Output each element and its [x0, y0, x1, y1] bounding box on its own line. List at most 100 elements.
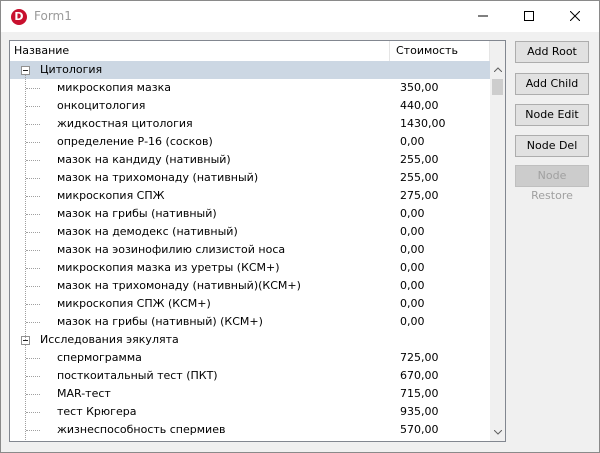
form-window: D Form1 Название Стоимость Цитология микр…: [0, 0, 600, 453]
tree-item-row[interactable]: онкоцитология 440,00: [10, 97, 490, 115]
tree-connector: [26, 232, 40, 233]
tree-item-row[interactable]: жизнеспособность спермиев 570,00: [10, 421, 490, 439]
tree-group-row[interactable]: Цитология: [10, 61, 490, 79]
tree-connector: [26, 142, 40, 143]
node-label: мазок на эозинофилию слизистой носа: [57, 243, 286, 256]
collapse-toggle-icon[interactable]: [21, 66, 30, 75]
tree-item-row[interactable]: микроскопия СПЖ (КСМ+) 0,00: [10, 295, 490, 313]
node-label: мазок на грибы (нативный) (КСМ+): [57, 315, 263, 328]
node-cost: 255,00: [400, 171, 439, 184]
node-label: мазок на демодекс (нативный): [57, 225, 238, 238]
chevron-down-icon: [494, 430, 502, 435]
scroll-down-button[interactable]: [490, 424, 505, 441]
node-label: тест Крюгера: [57, 405, 137, 418]
tree-connector: [26, 178, 40, 179]
add-root-button[interactable]: Add Root: [515, 41, 589, 63]
tree-connector: [26, 304, 40, 305]
node-label: микроскопия мазка: [57, 81, 171, 94]
node-label: онкоцитология: [57, 99, 146, 112]
node-cost: 715,00: [400, 387, 439, 400]
tree-connector: [26, 358, 40, 359]
node-label: Исследования эякулята: [40, 333, 179, 346]
tree-connector: [26, 160, 40, 161]
node-label: определение Р-16 (сосков): [57, 135, 213, 148]
tree-rows: Цитология микроскопия мазка 350,00 онкоцито…: [10, 61, 490, 441]
tree-connector-line: [25, 345, 26, 441]
close-button[interactable]: [552, 1, 598, 32]
maximize-button[interactable]: [506, 1, 552, 32]
node-cost: 350,00: [400, 81, 439, 94]
chevron-up-icon: [494, 67, 502, 72]
tree-item-row[interactable]: микроскопия мазка 350,00: [10, 79, 490, 97]
node-cost: 0,00: [400, 207, 425, 220]
tree-connector: [26, 214, 40, 215]
tree-connector: [26, 430, 40, 431]
node-cost: 0,00: [400, 225, 425, 238]
tree-connector: [26, 196, 40, 197]
node-cost: 570,00: [400, 423, 439, 436]
node-cost: 935,00: [400, 405, 439, 418]
column-header-name[interactable]: Название: [10, 41, 390, 61]
node-del-button[interactable]: Node Del: [515, 135, 589, 157]
node-label: Цитология: [40, 63, 103, 76]
node-cost: 0,00: [400, 261, 425, 274]
tree-item-row[interactable]: посткоитальный тест (ПКТ) 670,00: [10, 367, 490, 385]
node-cost: 0,00: [400, 243, 425, 256]
tree-group-row[interactable]: Исследования эякулята: [10, 331, 490, 349]
node-cost: 670,00: [400, 369, 439, 382]
maximize-icon: [524, 11, 534, 21]
tree-header: Название Стоимость: [10, 41, 490, 62]
node-cost: 0,00: [400, 297, 425, 310]
node-cost: 255,00: [400, 153, 439, 166]
tree-item-row[interactable]: мазок на трихомонаду (нативный) 255,00: [10, 169, 490, 187]
node-label: микроскопия СПЖ: [57, 189, 165, 202]
node-label: микроскопия СПЖ (КСМ+): [57, 297, 211, 310]
tree-item-row[interactable]: спермограмма 725,00: [10, 349, 490, 367]
tree-item-row[interactable]: микроскопия СПЖ 275,00: [10, 187, 490, 205]
tree-item-row[interactable]: микроскопия мазка из уретры (КСМ+) 0,00: [10, 259, 490, 277]
tree-item-row[interactable]: мазок на демодекс (нативный) 0,00: [10, 223, 490, 241]
window-title: Form1: [34, 9, 72, 23]
tree-item-row[interactable]: мазок на грибы (нативный) 0,00: [10, 205, 490, 223]
tree-item-row[interactable]: мазок на грибы (нативный) (КСМ+) 0,00: [10, 313, 490, 331]
node-label: мазок на трихомонаду (нативный): [57, 171, 259, 184]
node-label: MAR-тест: [57, 387, 111, 400]
scroll-thumb[interactable]: [492, 79, 503, 95]
node-label: микроскопия мазка из уретры (КСМ+): [57, 261, 280, 274]
tree-item-row[interactable]: тест Крюгера 935,00: [10, 403, 490, 421]
minimize-button[interactable]: [460, 1, 506, 32]
node-label: мазок на кандиду (нативный): [57, 153, 231, 166]
tree-connector: [26, 376, 40, 377]
node-label: жидкостная цитология: [57, 117, 193, 130]
node-cost: 440,00: [400, 99, 439, 112]
tree-view[interactable]: Название Стоимость Цитология микроскопия …: [9, 40, 506, 442]
tree-connector: [26, 268, 40, 269]
title-bar[interactable]: D Form1: [1, 1, 599, 32]
node-label: посткоитальный тест (ПКТ): [57, 369, 218, 382]
node-label: мазок на трихомонаду (нативный)(КСМ+): [57, 279, 301, 292]
close-icon: [570, 11, 580, 21]
node-cost: 0,00: [400, 279, 425, 292]
tree-item-row[interactable]: определение Р-16 (сосков) 0,00: [10, 133, 490, 151]
node-restore-button: Node Restore: [515, 165, 589, 202]
column-header-cost[interactable]: Стоимость: [390, 41, 490, 61]
node-cost: 275,00: [400, 189, 439, 202]
minimize-icon: [478, 15, 488, 17]
node-edit-button[interactable]: Node Edit: [515, 104, 589, 126]
add-child-button[interactable]: Add Child: [515, 73, 589, 95]
tree-item-row[interactable]: жидкостная цитология 1430,00: [10, 115, 490, 133]
tree-item-row[interactable]: MAR-тест 715,00: [10, 385, 490, 403]
tree-connector: [26, 250, 40, 251]
tree-item-row[interactable]: мазок на трихомонаду (нативный)(КСМ+) 0,0…: [10, 277, 490, 295]
node-cost: 0,00: [400, 315, 425, 328]
scroll-up-button[interactable]: [490, 61, 505, 78]
tree-connector: [26, 88, 40, 89]
tree-item-row[interactable]: мазок на кандиду (нативный) 255,00: [10, 151, 490, 169]
tree-connector: [26, 322, 40, 323]
node-label: жизнеспособность спермиев: [57, 423, 226, 436]
tree-connector: [26, 394, 40, 395]
vertical-scrollbar[interactable]: [490, 41, 505, 441]
tree-connector: [26, 412, 40, 413]
tree-item-row[interactable]: мазок на эозинофилию слизистой носа 0,00: [10, 241, 490, 259]
tree-connector: [26, 106, 40, 107]
